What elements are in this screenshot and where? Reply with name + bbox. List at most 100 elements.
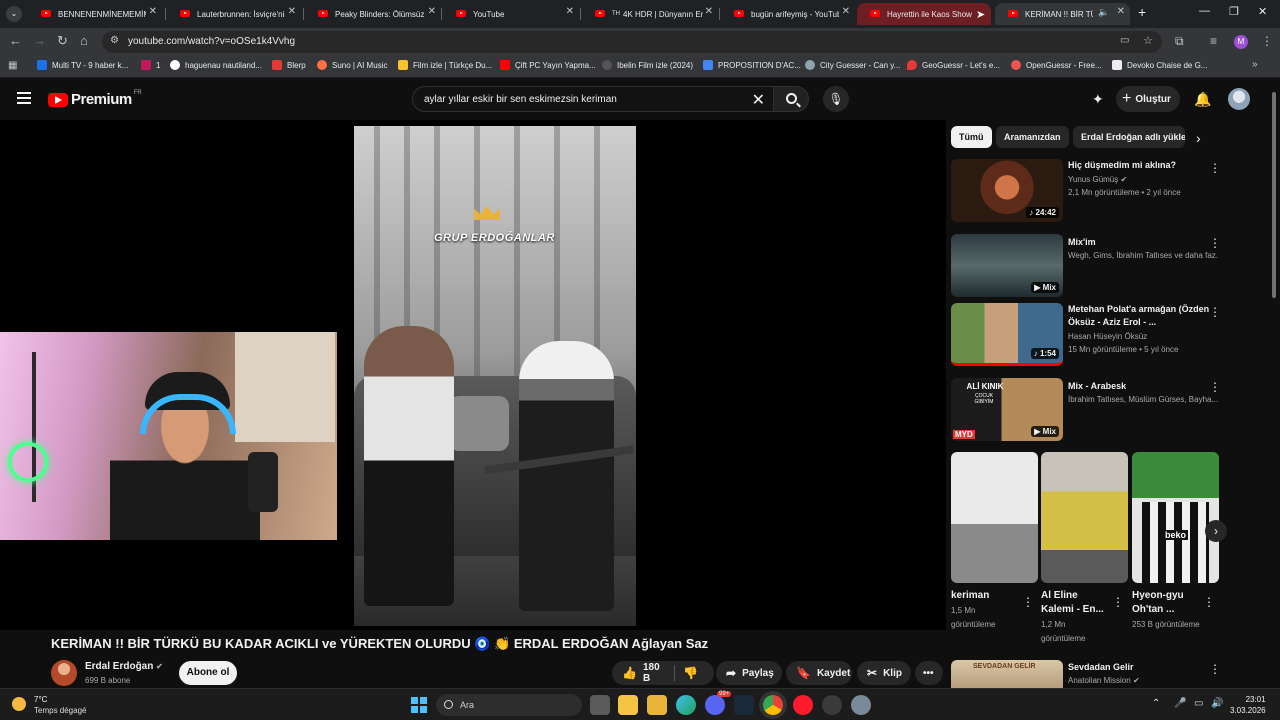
recommendation-title[interactable]: Sevdadan Gelir	[1068, 661, 1218, 674]
chips-next-chevron-icon[interactable]: ›	[1196, 130, 1201, 146]
more-vert-icon[interactable]: ⋮	[1209, 236, 1221, 250]
short-title[interactable]: Hyeon-gyu Oh'tan ...	[1132, 589, 1204, 617]
bookmark-item[interactable]: Devoko Chaise de G...	[1112, 60, 1207, 70]
save-button[interactable]: 🔖 Kaydet	[786, 661, 852, 685]
more-vert-icon[interactable]: ⋮	[1022, 595, 1034, 609]
recommendation-item[interactable]: ♪ 1:54 Metehan Polat'a armağan (Özden Ök…	[951, 303, 1251, 369]
short-thumbnail[interactable]	[1041, 452, 1128, 583]
volume-icon[interactable]: 🔊	[1211, 698, 1223, 709]
dislike-icon[interactable]: 👎	[683, 666, 698, 680]
bookmark-item[interactable]: Çift PC Yayın Yapma...	[500, 60, 596, 70]
shorts-next-chevron-icon[interactable]: ›	[1205, 520, 1227, 542]
clip-button[interactable]: ✂ Klip	[857, 661, 911, 685]
video-player[interactable]: GRUP ERDOĞANLAR	[0, 120, 946, 630]
share-button[interactable]: ➦ Paylaş	[716, 661, 782, 685]
account-avatar[interactable]	[1228, 88, 1250, 110]
minimize-icon[interactable]: —	[1199, 5, 1210, 17]
microphone-tray-icon[interactable]: 🎤	[1174, 698, 1186, 709]
home-icon[interactable]: ⌂	[80, 33, 88, 48]
browser-tab-active[interactable]: KERİMAN !! BİR TÜRKÜ 🔈 ✕	[995, 3, 1130, 25]
channel-name[interactable]: Erdal Erdoğan ✔	[85, 661, 163, 672]
reload-icon[interactable]: ↻	[57, 33, 68, 49]
video-thumbnail[interactable]: ♪ 1:54	[951, 303, 1063, 366]
like-count[interactable]: 180 B	[643, 662, 664, 684]
more-actions-button[interactable]: •••	[915, 661, 943, 685]
chip-channel-uploads[interactable]: Erdal Erdoğan adlı yükle	[1073, 126, 1185, 148]
like-icon[interactable]: 👍	[622, 666, 637, 680]
bookmark-item[interactable]: 1	[141, 60, 160, 70]
chip-related-search[interactable]: Aramanızdan	[996, 126, 1069, 148]
tab-search-button[interactable]: ⌄	[6, 6, 22, 22]
browser-tab-highlighted[interactable]: Hayrettin ile Kaos Show ➤	[857, 3, 991, 25]
edge-icon[interactable]	[676, 695, 696, 715]
site-info-icon[interactable]: ⚙	[110, 35, 119, 46]
bookmark-item[interactable]: Ibelin Film izle (2024)	[602, 60, 693, 70]
close-tab-icon[interactable]: ✕	[566, 6, 574, 17]
bookmark-item[interactable]: City Guesser - Can y...	[805, 60, 900, 70]
close-tab-icon[interactable]: ✕	[149, 6, 157, 17]
taskbar-clock[interactable]: 23:01 3.03.2026	[1230, 694, 1266, 716]
close-tab-icon[interactable]: ✕	[428, 6, 436, 17]
chrome-icon[interactable]	[763, 695, 783, 715]
bookmark-item[interactable]: Multi TV - 9 haber k...	[37, 60, 128, 70]
temperature[interactable]: 7°C	[34, 695, 47, 704]
short-thumbnail[interactable]: beko	[1132, 452, 1219, 583]
bookmark-item[interactable]: GeoGuessr - Let's e...	[907, 60, 1000, 70]
settings-gear-icon[interactable]	[851, 695, 871, 715]
back-icon[interactable]: ←	[9, 33, 22, 48]
bookmark-item[interactable]: PROPOSITION D'AC...	[703, 60, 801, 70]
recommendation-item[interactable]: ♪ 24:42 Hiç düşmedim mi aklına? Yunus Gü…	[951, 159, 1251, 225]
search-input[interactable]: aylar yıllar eskir bir sen eskimezsin ke…	[412, 86, 774, 112]
taskbar-search[interactable]: Ara	[436, 694, 582, 716]
cast-icon[interactable]: ✦	[1092, 91, 1104, 108]
browser-tab[interactable]: Peaky Blinders: Ölümsüz A ✕	[305, 3, 441, 25]
close-window-icon[interactable]: ✕	[1258, 5, 1267, 18]
more-vert-icon[interactable]: ⋮	[1209, 380, 1221, 394]
more-vert-icon[interactable]: ⋮	[1209, 161, 1221, 175]
youtube-premium-logo[interactable]: Premium FR	[48, 90, 142, 108]
more-vert-icon[interactable]: ⋮	[1112, 595, 1124, 609]
store-icon[interactable]	[618, 695, 638, 715]
browser-tab[interactable]: BENNENENMİNEMEMİMİ ✕	[28, 3, 162, 25]
more-vert-icon[interactable]: ⋮	[1209, 662, 1221, 676]
profile-avatar[interactable]: M	[1234, 35, 1248, 49]
chip-all[interactable]: Tümü	[951, 126, 992, 148]
create-button[interactable]: + Oluştur	[1116, 86, 1180, 112]
subscribe-button[interactable]: Abone ol	[179, 661, 237, 685]
start-button[interactable]	[411, 697, 427, 713]
bookmark-item[interactable]: Suno | AI Music	[317, 60, 387, 70]
weather-moon-icon[interactable]	[12, 697, 26, 711]
short-title[interactable]: Al Eline Kalemi - En...	[1041, 589, 1113, 617]
forward-icon[interactable]: →	[33, 33, 46, 48]
video-thumbnail[interactable]: SEVDADAN GELİR	[951, 660, 1063, 688]
more-vert-icon[interactable]: ⋮	[1203, 595, 1215, 609]
task-view-icon[interactable]	[590, 695, 610, 715]
browser-tab[interactable]: Lauterbrunnen: İsviçre'nin ✕	[167, 3, 301, 25]
close-tab-icon[interactable]: ✕	[1117, 6, 1125, 17]
search-button[interactable]	[773, 86, 809, 112]
browser-tab[interactable]: TH 4K HDR | Dünyanın En ✕	[582, 3, 718, 25]
mix-thumbnail[interactable]: ▶ Mix	[951, 234, 1063, 297]
close-tab-icon[interactable]: ✕	[842, 6, 850, 17]
restore-icon[interactable]: ❐	[1229, 5, 1239, 18]
channel-avatar[interactable]	[51, 660, 77, 686]
install-app-icon[interactable]: ▭	[1120, 35, 1129, 46]
notifications-bell-icon[interactable]: 🔔	[1194, 91, 1211, 108]
steam-icon[interactable]	[734, 695, 754, 715]
obs-icon[interactable]	[822, 695, 842, 715]
opera-icon[interactable]	[793, 695, 813, 715]
bookmark-star-icon[interactable]: ☆	[1143, 34, 1153, 47]
voice-search-icon[interactable]: 🎙	[823, 86, 849, 112]
browser-tab[interactable]: bugün arifeymiş - YouTube ✕	[721, 3, 855, 25]
apps-grid-icon[interactable]: ▦	[8, 60, 17, 71]
weather-condition[interactable]: Temps dégagé	[34, 706, 86, 715]
bookmark-item[interactable]: OpenGuessr - Free...	[1011, 60, 1102, 70]
recommendation-title[interactable]: Mix'im	[1068, 236, 1218, 249]
discord-icon[interactable]: 99+	[705, 691, 732, 715]
address-bar[interactable]: ⚙ youtube.com/watch?v=oOSe1k4Vvhg ▭ ☆	[102, 31, 1162, 53]
recommendation-title[interactable]: Hiç düşmedim mi aklına?	[1068, 159, 1218, 172]
close-tab-icon[interactable]: ✕	[288, 6, 296, 17]
clear-search-icon[interactable]: ✕	[752, 90, 765, 110]
page-scrollbar[interactable]	[1272, 92, 1276, 298]
audio-playing-icon[interactable]: 🔈	[1098, 7, 1109, 18]
